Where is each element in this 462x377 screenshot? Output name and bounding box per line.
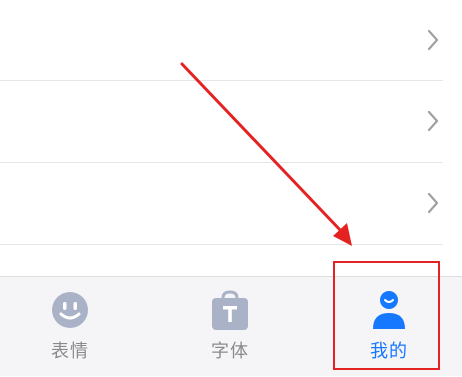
list-item[interactable] — [0, 163, 462, 245]
shopping-bag-t-icon — [212, 290, 248, 330]
chevron-right-icon — [427, 110, 439, 132]
tab-label: 表情 — [51, 341, 89, 362]
settings-list — [0, 0, 462, 276]
smiley-face-icon — [52, 292, 88, 328]
divider — [0, 244, 443, 245]
tab-label: 字体 — [211, 341, 249, 362]
chevron-right-icon — [427, 29, 439, 51]
tab-font[interactable]: 字体 — [170, 277, 290, 377]
list-item[interactable] — [0, 81, 462, 163]
list-item[interactable] — [0, 0, 462, 82]
tab-emoji[interactable]: 表情 — [10, 277, 130, 377]
highlight-box — [333, 261, 440, 370]
chevron-right-icon — [427, 192, 439, 214]
